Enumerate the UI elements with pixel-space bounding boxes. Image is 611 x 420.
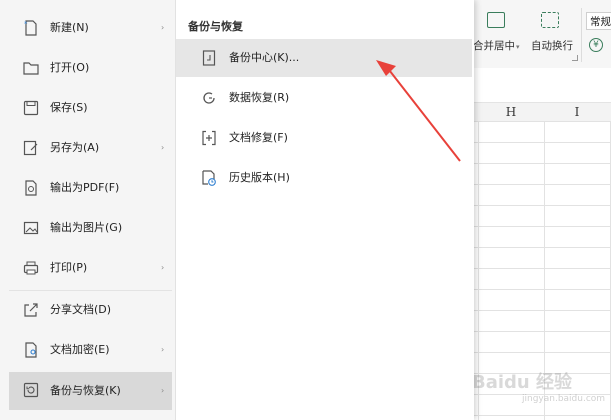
menu-item-label: 新建(N) xyxy=(50,21,89,34)
watermark-text: Baidu 经验 xyxy=(472,372,573,393)
menu-item-label: 输出为图片(G) xyxy=(50,221,123,234)
image-icon xyxy=(22,219,40,237)
formula-bar-area xyxy=(455,68,611,103)
watermark-url: jingyan.baidu.com xyxy=(522,394,606,404)
column-header-i[interactable]: I xyxy=(544,103,610,121)
submenu-item-data-recovery[interactable]: 数据恢复(R) xyxy=(176,79,472,117)
menu-divider xyxy=(9,290,172,291)
backup-icon xyxy=(22,381,40,399)
menu-item-share[interactable]: 分享文档(D) xyxy=(9,292,172,328)
auto-wrap-icon[interactable] xyxy=(541,12,559,28)
menu-item-export-image[interactable]: 输出为图片(G) xyxy=(9,210,172,246)
menu-item-new[interactable]: * 新建(N) › xyxy=(9,10,172,46)
chevron-right-icon: › xyxy=(161,345,165,354)
number-format-select[interactable]: 常规 xyxy=(586,12,611,30)
menu-item-print[interactable]: 打印(P) › xyxy=(9,250,172,286)
menu-item-save[interactable]: 保存(S) xyxy=(9,90,172,126)
chevron-right-icon: › xyxy=(161,23,165,32)
menu-item-label: 分享文档(D) xyxy=(50,303,112,316)
menu-item-label: 打开(O) xyxy=(50,61,90,74)
document-repair-icon xyxy=(200,129,218,147)
submenu-item-backup-center[interactable]: 备份中心(K)... xyxy=(176,39,472,77)
submenu-item-label: 数据恢复(R) xyxy=(229,91,290,104)
share-icon xyxy=(22,301,40,319)
history-version-icon xyxy=(200,169,218,187)
menu-item-label: 打印(P) xyxy=(50,261,88,274)
column-header-row: H I xyxy=(455,103,611,122)
menu-item-open[interactable]: 打开(O) xyxy=(9,50,172,86)
save-icon xyxy=(22,99,40,117)
auto-wrap-label: 自动换行 xyxy=(531,40,573,52)
submenu-item-label: 历史版本(H) xyxy=(229,171,290,184)
chevron-right-icon: › xyxy=(161,143,165,152)
submenu-title: 备份与恢复 xyxy=(188,20,243,33)
submenu-item-document-repair[interactable]: 文档修复(F) xyxy=(176,119,472,157)
menu-item-label: 输出为PDF(F) xyxy=(50,181,120,194)
menu-item-label: 文档加密(E) xyxy=(50,343,110,356)
chevron-right-icon: › xyxy=(161,386,165,395)
menu-item-export-pdf[interactable]: 输出为PDF(F) xyxy=(9,170,172,206)
svg-text:*: * xyxy=(24,20,28,28)
backup-submenu: 备份与恢复 备份中心(K)... 数据恢复(R) 文档修复(F) 历史版本(H) xyxy=(176,0,474,420)
menu-item-label: 另存为(A) xyxy=(50,141,100,154)
file-menu-left-pane: * 新建(N) › 打开(O) 保存(S) 另存为(A) › 输出为PDF(F)… xyxy=(0,0,176,420)
merge-center-label: 合并居中 xyxy=(473,40,515,52)
menu-item-save-as[interactable]: 另存为(A) › xyxy=(9,130,172,166)
save-as-icon xyxy=(22,139,40,157)
chevron-down-icon[interactable]: ▾ xyxy=(516,43,520,51)
printer-icon xyxy=(22,259,40,277)
chevron-right-icon: › xyxy=(161,263,165,272)
submenu-item-label: 文档修复(F) xyxy=(229,131,288,144)
data-recovery-icon xyxy=(200,89,218,107)
merge-center-icon[interactable] xyxy=(487,12,505,28)
ribbon-toolbar: 合并居中▾ 自动换行 常规 ¥ xyxy=(455,0,611,69)
column-header-h[interactable]: H xyxy=(478,103,544,121)
menu-item-encrypt[interactable]: 文档加密(E) › xyxy=(9,332,172,368)
ribbon-divider xyxy=(581,8,582,62)
auto-wrap-button[interactable]: 自动换行 xyxy=(531,38,573,53)
menu-item-label: 备份与恢复(K) xyxy=(50,384,121,397)
menu-item-backup-restore[interactable]: 备份与恢复(K) › xyxy=(9,372,172,410)
group-launcher-icon[interactable] xyxy=(572,55,578,61)
menu-item-label: 保存(S) xyxy=(50,101,88,114)
pdf-icon xyxy=(22,179,40,197)
new-file-icon: * xyxy=(22,19,40,37)
file-menu: * 新建(N) › 打开(O) 保存(S) 另存为(A) › 输出为PDF(F)… xyxy=(0,0,474,420)
backup-center-icon xyxy=(200,49,218,67)
folder-icon xyxy=(22,59,40,77)
currency-icon[interactable]: ¥ xyxy=(589,38,603,52)
encrypt-icon xyxy=(22,341,40,359)
submenu-item-history-version[interactable]: 历史版本(H) xyxy=(176,159,472,197)
submenu-item-label: 备份中心(K)... xyxy=(229,51,300,64)
merge-center-button[interactable]: 合并居中▾ xyxy=(473,38,520,53)
